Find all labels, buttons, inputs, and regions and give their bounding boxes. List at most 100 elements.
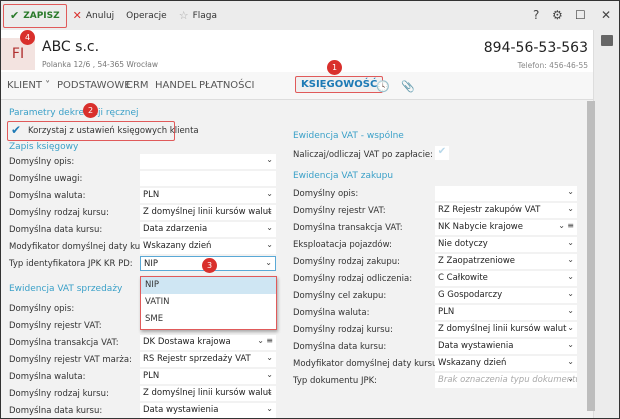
- field-input[interactable]: DK Dostawa krajowa ⌄ ≡: [140, 335, 276, 350]
- field-input[interactable]: PLN ⌄: [140, 188, 276, 203]
- field-label: Domyślny rodzaj odliczenia:: [293, 274, 413, 284]
- tab-platnosci[interactable]: PŁATNOŚCI: [199, 80, 254, 91]
- field-input[interactable]: PLN ⌄: [435, 305, 577, 320]
- field-input[interactable]: Nie dotyczy ⌄: [435, 237, 577, 252]
- field-input[interactable]: Brak oznaczenia typu dokumentu ⌄: [435, 373, 577, 388]
- dropdown-option[interactable]: VATIN: [141, 294, 276, 311]
- chevron-down-icon: ⌄: [265, 258, 272, 267]
- field-label: Domyślny rejestr VAT:: [9, 321, 102, 331]
- chevron-down-icon: ⌄: [567, 272, 574, 281]
- save-button[interactable]: ✔ ZAPISZ: [3, 3, 67, 28]
- side-panel: [593, 30, 619, 418]
- section-vat-zakupu: Ewidencja VAT zakupu: [293, 171, 394, 181]
- chevron-down-icon: ⌄: [567, 255, 574, 264]
- field-label: Modyfikator domyślnej daty kursu:: [9, 242, 157, 252]
- tab-crm[interactable]: CRM: [126, 80, 149, 91]
- vat-after-payment-checkbox[interactable]: ✔: [435, 146, 449, 160]
- comment-icon[interactable]: [601, 35, 613, 46]
- field-input[interactable]: RZ Rejestr zakupów VAT ⌄: [435, 203, 577, 218]
- chevron-down-icon: ⌄: [266, 240, 273, 249]
- field-label: Domyślna waluta:: [293, 308, 370, 318]
- gear-icon[interactable]: ⚙: [552, 8, 563, 22]
- scrollbar[interactable]: [587, 101, 595, 411]
- maximize-icon[interactable]: ☐: [575, 8, 586, 22]
- company-phone: Telefon: 456-46-55: [517, 61, 588, 70]
- cancel-button[interactable]: ✕ Anuluj: [67, 4, 121, 28]
- field-label: Domyślny rejestr VAT marża:: [9, 355, 132, 365]
- field-input[interactable]: RS Rejestr sprzedaży VAT ⌄: [140, 352, 276, 367]
- chevron-down-icon: ⌄: [567, 340, 574, 349]
- field-input[interactable]: ⌄: [435, 186, 577, 201]
- chevron-down-icon: ⌄: [266, 370, 273, 379]
- field-label: Domyślna transakcja VAT:: [9, 338, 119, 348]
- badge-1: 1: [327, 60, 342, 75]
- badge-3: 3: [202, 258, 217, 273]
- company-name: ABC s.c.: [42, 39, 100, 55]
- close-window-icon[interactable]: ✕: [601, 8, 611, 22]
- field-label: Domyślna data kursu:: [293, 342, 387, 352]
- field-input[interactable]: Data wystawienia ⌄: [435, 339, 577, 354]
- section-zapis: Zapis księgowy: [9, 142, 79, 152]
- field-input[interactable]: Data wystawienia ⌄: [140, 403, 276, 418]
- chevron-down-icon: ⌄: [567, 306, 574, 315]
- field-label: Domyślny rodzaj zakupu:: [293, 257, 400, 267]
- tab-handel[interactable]: HANDEL: [155, 80, 196, 91]
- toolbar: ✔ ZAPISZ ✕ Anuluj Operacje ☆ Flaga ? ⚙ ☐ ✕: [1, 1, 619, 30]
- company-nip: 894-56-53-563: [483, 40, 588, 56]
- chevron-down-icon: ⌄: [266, 206, 273, 215]
- operations-button[interactable]: Operacje: [120, 4, 173, 28]
- field-input[interactable]: C Całkowite ⌄: [435, 271, 577, 286]
- field-input[interactable]: Data zdarzenia ⌄: [140, 222, 276, 237]
- chevron-down-icon: ⌄: [266, 353, 273, 362]
- field-label: Typ dokumentu JPK:: [293, 376, 378, 386]
- field-label: Modyfikator domyślnej daty kursu:: [293, 359, 441, 369]
- field-input[interactable]: Z domyślnej linii kursów walut ⌄: [140, 205, 276, 220]
- tab-bar: KLIENT ˅ PODSTAWOWE CRM HANDEL PŁATNOŚCI…: [1, 72, 593, 100]
- window: ✔ ZAPISZ ✕ Anuluj Operacje ☆ Flaga ? ⚙ ☐ ✕ …: [0, 0, 620, 419]
- field-label: Domyślne uwagi:: [9, 174, 83, 184]
- chevron-down-icon: ⌄: [266, 189, 273, 198]
- use-client-settings-checkbox[interactable]: ✔ Korzystaj z ustawień księgowych klienta: [7, 121, 199, 141]
- field-label: Domyślny opis:: [9, 304, 75, 314]
- field-input[interactable]: G Gospodarczy ⌄: [435, 288, 577, 303]
- field-label: Domyślny opis:: [9, 157, 75, 167]
- field-label: Domyślny cel zakupu:: [293, 291, 387, 301]
- field-label: Domyślny rodzaj kursu:: [9, 208, 109, 218]
- chevron-down-icon: ⌄: [266, 404, 273, 413]
- identifier-type-dropdown: NIP VATIN SME: [140, 276, 277, 330]
- star-icon: ☆: [178, 9, 189, 22]
- chevron-down-icon: ⌄: [567, 204, 574, 213]
- chevron-down-icon: ⌄: [567, 323, 574, 332]
- field-input[interactable]: ⌄: [140, 154, 276, 169]
- section-vat-sprzedazy: Ewidencja VAT sprzedaży: [9, 284, 123, 294]
- field-input[interactable]: Z Zaopatrzeniowe ⌄: [435, 254, 577, 269]
- attachment-icon[interactable]: 📎: [401, 80, 415, 93]
- check-icon: ✔: [10, 9, 20, 22]
- field-input[interactable]: Z domyślnej linii kursów walut ⌄: [435, 322, 577, 337]
- chevron-down-icon: ⌄: [567, 187, 574, 196]
- list-icon[interactable]: ≡: [567, 221, 574, 230]
- field-label: Domyślny rodzaj kursu:: [293, 325, 393, 335]
- header: FI ABC s.c. Polanka 12/6 , 54-365 Wrocła…: [1, 30, 593, 72]
- help-icon[interactable]: ?: [533, 8, 539, 22]
- chevron-down-icon: ⌄: [567, 374, 574, 383]
- field-input[interactable]: Z domyślnej linii kursów walut ⌄: [140, 386, 276, 401]
- history-icon[interactable]: 🕓: [376, 80, 390, 93]
- field-input[interactable]: Wskazany dzień ⌄: [435, 356, 577, 371]
- tab-ksiegowosc[interactable]: KSIĘGOWOŚĆ: [295, 76, 384, 93]
- flag-button[interactable]: ☆ Flaga: [173, 4, 223, 28]
- field-input[interactable]: [140, 171, 276, 186]
- dropdown-option[interactable]: NIP: [141, 277, 276, 294]
- tab-podstawowe[interactable]: PODSTAWOWE: [57, 80, 131, 91]
- field-input[interactable]: PLN ⌄: [140, 369, 276, 384]
- field-label: Domyślny opis:: [293, 189, 359, 199]
- chevron-down-icon: ⌄: [567, 289, 574, 298]
- field-input[interactable]: Wskazany dzień ⌄: [140, 239, 276, 254]
- dropdown-option[interactable]: SME: [141, 311, 276, 328]
- field-input[interactable]: NK Nabycie krajowe ⌄ ≡: [435, 220, 577, 235]
- field-label: Domyślna data kursu:: [9, 225, 103, 235]
- field-label: Typ identyfikatora JPK KR PD:: [9, 259, 133, 269]
- list-icon[interactable]: ≡: [266, 336, 273, 345]
- tab-klient[interactable]: KLIENT ˅: [7, 80, 50, 91]
- company-address: Polanka 12/6 , 54-365 Wrocław: [42, 60, 158, 69]
